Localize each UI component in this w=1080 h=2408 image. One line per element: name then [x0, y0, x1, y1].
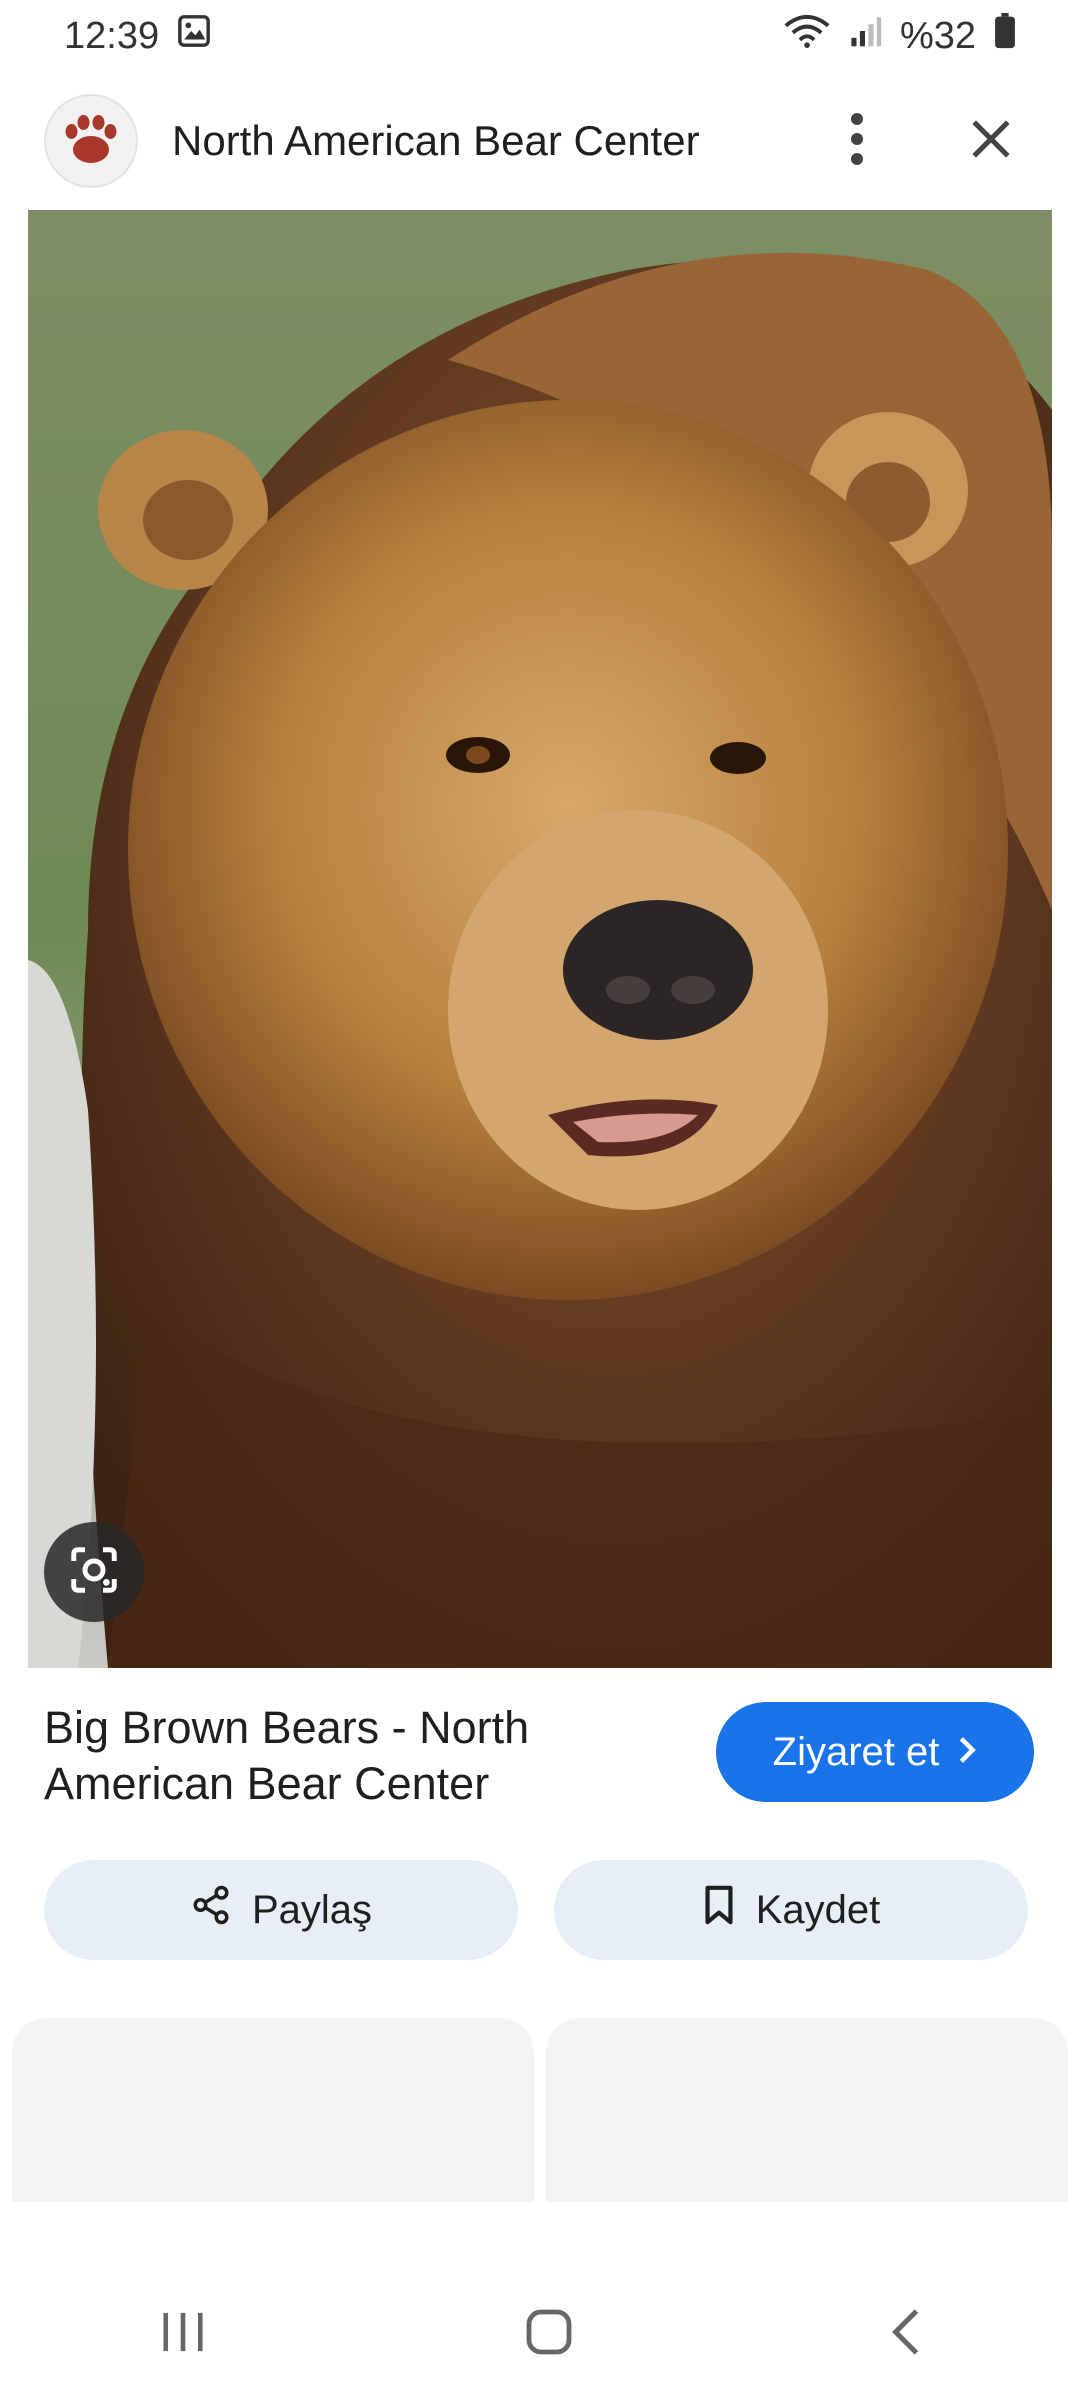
more-vert-icon [847, 112, 867, 170]
save-label: Kaydet [755, 1887, 881, 1932]
home-icon [525, 2309, 573, 2360]
gallery-icon [177, 14, 211, 58]
home-button[interactable] [525, 2308, 573, 2361]
status-right: %32 [784, 13, 1016, 59]
share-button[interactable]: Paylaş [44, 1860, 518, 1960]
bear-photo[interactable] [28, 210, 1052, 1668]
related-card-left[interactable] [12, 2018, 534, 2202]
lens-icon [67, 1543, 121, 1602]
status-time: 12:39 [64, 14, 160, 57]
recents-button[interactable] [158, 2309, 208, 2360]
visit-label: Ziyaret et [772, 1729, 940, 1774]
bookmark-icon [702, 1884, 736, 1936]
site-logo[interactable] [44, 94, 138, 188]
battery-icon [994, 13, 1016, 59]
bear-illustration [28, 210, 1052, 1668]
close-button[interactable] [946, 96, 1036, 186]
recents-icon [158, 2312, 208, 2359]
battery-level: %32 [899, 14, 976, 57]
share-label: Paylaş [251, 1887, 373, 1932]
save-button[interactable]: Kaydet [554, 1860, 1028, 1960]
lens-search-button[interactable] [44, 1522, 144, 1622]
wifi-icon [784, 13, 830, 59]
bear-paw-icon [61, 109, 121, 174]
close-icon [970, 118, 1012, 165]
back-button[interactable] [890, 2307, 922, 2362]
site-title: North American Bear Center [172, 117, 700, 164]
status-bar: 12:39 %32 [0, 0, 1080, 72]
signal-icon [848, 14, 882, 58]
chevron-right-icon [957, 1730, 977, 1775]
related-card-right[interactable] [546, 2018, 1068, 2202]
navigation-bar [0, 2260, 1080, 2408]
visit-button[interactable]: Ziyaret et [716, 1702, 1034, 1802]
back-icon [890, 2308, 922, 2361]
share-icon [190, 1884, 232, 1936]
status-left: 12:39 [64, 14, 211, 58]
header: North American Bear Center [0, 72, 1080, 210]
more-options-button[interactable] [812, 96, 902, 186]
result-title[interactable]: Big Brown Bears - North American Bear Ce… [44, 1700, 664, 1812]
